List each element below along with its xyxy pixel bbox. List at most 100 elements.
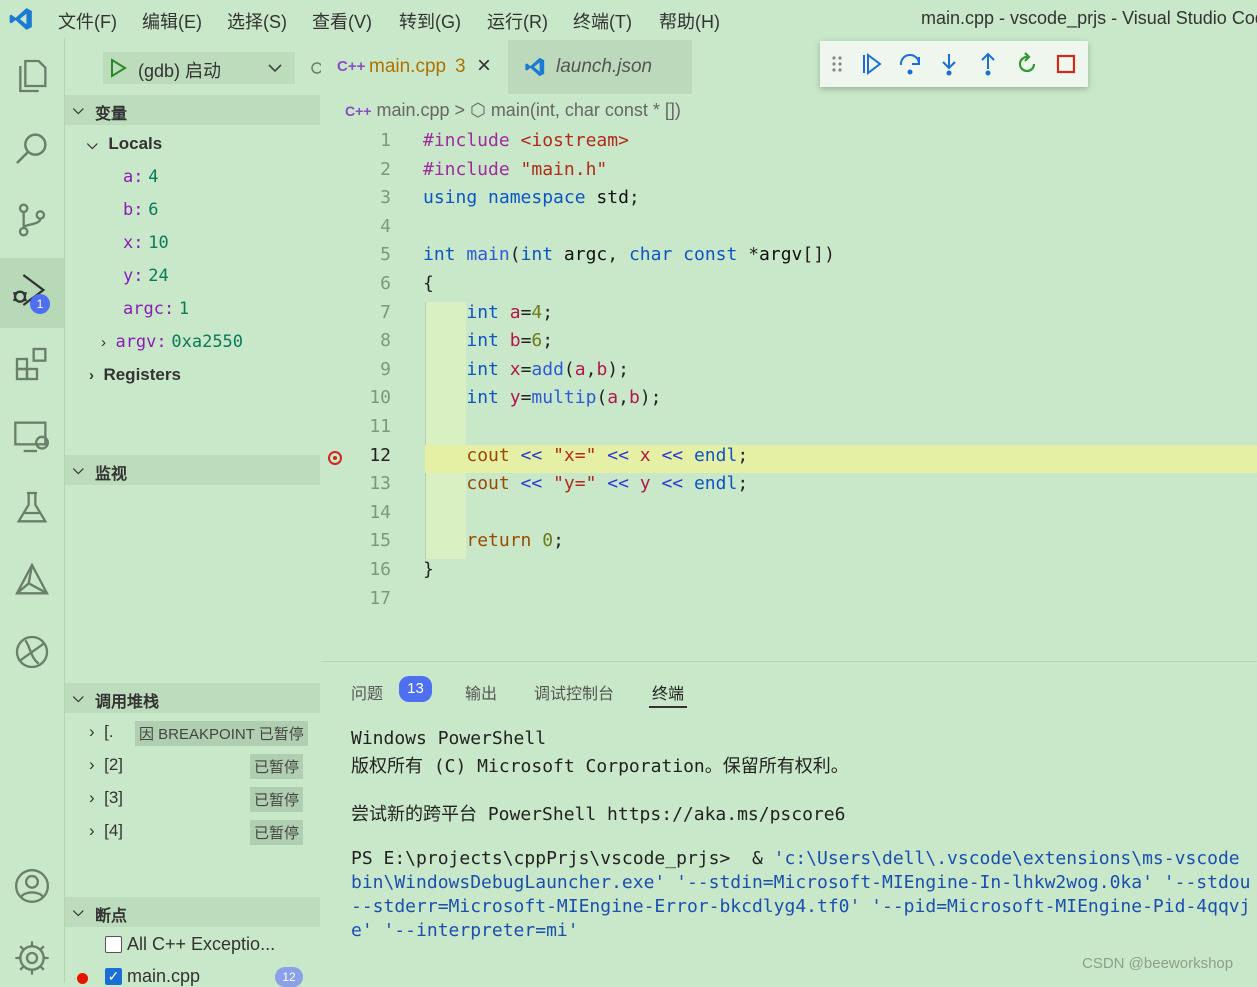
launch-config-select[interactable]: (gdb) 启动 <box>103 52 295 84</box>
locals-scope[interactable]: ⌵ Locals <box>87 134 162 154</box>
breadcrumb-symbol[interactable]: main(int, char const * []) <box>491 100 681 120</box>
variable-value: 1 <box>178 299 190 319</box>
step-into-icon[interactable] <box>936 51 962 77</box>
terminal-command: 'c:\Users\dell\.vscode\extensions\ms-vsc… <box>773 848 1240 869</box>
code-line[interactable]: 6{ <box>321 273 1257 301</box>
continue-icon[interactable] <box>858 51 884 77</box>
code-line[interactable]: 7 int a=4; <box>321 302 1257 330</box>
code-token: ; <box>553 530 564 552</box>
code-token: , <box>607 244 629 266</box>
code-line[interactable]: 5 int main(int argc, char const *argv[]) <box>321 244 1257 272</box>
menu-go[interactable]: 转到(G) <box>399 8 461 34</box>
tab-problems[interactable]: 问题 <box>351 680 383 704</box>
line-number: 5 <box>380 244 391 266</box>
breakpoint-current-icon[interactable] <box>328 450 342 465</box>
tab-close-icon[interactable]: × <box>477 52 491 80</box>
callstack-thread[interactable]: › [3] <box>89 788 123 808</box>
menu-run[interactable]: 运行(R) <box>487 8 548 34</box>
variable-row[interactable]: y: 24 <box>123 266 169 286</box>
restart-icon[interactable] <box>1014 51 1040 77</box>
code-line[interactable]: 14 <box>321 502 1257 530</box>
tab-problem-count: 3 <box>455 56 466 77</box>
callstack-thread[interactable]: › [4] <box>89 821 123 841</box>
menu-file[interactable]: 文件(F) <box>58 8 117 34</box>
stop-icon[interactable] <box>1053 51 1079 77</box>
code-token: = <box>520 387 532 409</box>
run-debug-icon[interactable]: 1 <box>0 258 64 328</box>
launch-gear-icon[interactable] <box>305 56 321 80</box>
tab-terminal[interactable]: 终端 <box>652 680 684 704</box>
code-text: int b=6; <box>423 330 553 351</box>
variable-row[interactable]: argc: 1 <box>123 299 189 319</box>
watch-section-header[interactable]: ⌵ 监视 <box>65 455 320 485</box>
code-token: y <box>509 387 521 409</box>
code-line[interactable]: 4 <box>321 216 1257 244</box>
debug-toolbar <box>820 41 1088 87</box>
breakpoints-section-header[interactable]: ⌵ 断点 <box>65 897 320 927</box>
variable-row[interactable]: a: 4 <box>123 167 158 187</box>
menu-edit[interactable]: 编辑(E) <box>142 8 202 34</box>
code-line[interactable]: 3 using namespace std; <box>321 187 1257 215</box>
cmake-icon[interactable] <box>8 556 56 604</box>
code-line[interactable]: 2 #include "main.h" <box>321 159 1257 187</box>
testing-icon[interactable] <box>8 484 56 532</box>
variable-row[interactable]: x: 10 <box>123 233 169 253</box>
problems-count-badge: 13 <box>399 676 432 702</box>
code-line[interactable]: 13 cout << "y=" << y << endl; <box>321 473 1257 501</box>
remote-explorer-icon[interactable] <box>8 412 56 460</box>
code-token: char const <box>628 244 749 266</box>
breakpoint-label: All C++ Exceptio... <box>127 934 276 954</box>
code-line[interactable]: 12 cout << "x=" << x << endl; <box>369 444 1257 473</box>
code-line[interactable]: 1 #include <iostream> <box>321 130 1257 158</box>
line-number: 16 <box>369 559 391 580</box>
code-token: << <box>661 444 694 466</box>
docker-icon[interactable] <box>8 628 56 676</box>
step-out-icon[interactable] <box>975 51 1001 77</box>
activity-bar: 1 <box>0 38 65 983</box>
extensions-icon[interactable] <box>8 340 56 388</box>
variable-row[interactable]: b: 6 <box>123 200 158 220</box>
code-token: <iostream> <box>520 130 629 151</box>
start-debugging-play-icon[interactable] <box>109 58 127 78</box>
variable-row-expandable[interactable]: › argv: 0xa2550 <box>101 332 243 352</box>
search-icon[interactable] <box>8 124 56 172</box>
line-number: 11 <box>369 416 391 437</box>
tab-debug-console[interactable]: 调试控制台 <box>534 680 614 704</box>
registers-scope[interactable]: › Registers <box>89 365 181 385</box>
breakpoint-checkbox-exceptions[interactable] <box>105 936 122 953</box>
callstack-thread[interactable]: › [. <box>89 722 114 742</box>
account-icon[interactable] <box>8 862 56 910</box>
callstack-thread[interactable]: › [2] <box>89 755 123 775</box>
paused-tag: 已暂停 <box>250 820 304 845</box>
breadcrumb-file[interactable]: main.cpp <box>376 100 449 120</box>
breakpoint-checkbox-main[interactable]: ✓ <box>105 968 122 985</box>
chevron-right-icon: › <box>89 821 95 840</box>
settings-gear-icon[interactable] <box>8 934 56 982</box>
tab-main-cpp[interactable]: C++ main.cpp 3 × <box>321 40 507 94</box>
menu-terminal[interactable]: 终端(T) <box>573 8 632 34</box>
code-line[interactable]: 8 int b=6; <box>321 330 1257 358</box>
code-token: endl <box>693 444 738 466</box>
code-token: #include <box>423 130 521 151</box>
active-tab-underline <box>649 706 687 708</box>
menu-selection[interactable]: 选择(S) <box>227 8 287 34</box>
code-line[interactable]: 11 <box>321 416 1257 444</box>
code-line[interactable]: 17 <box>321 588 1257 616</box>
code-line[interactable]: 10 int y=multip(a,b); <box>321 387 1257 415</box>
step-over-icon[interactable] <box>897 51 923 77</box>
menu-help[interactable]: 帮助(H) <box>659 8 720 34</box>
drag-handle-icon[interactable] <box>830 51 844 77</box>
menu-view[interactable]: 查看(V) <box>312 8 372 34</box>
explorer-icon[interactable] <box>8 52 56 100</box>
code-line[interactable]: 9 int x=add(a,b); <box>321 359 1257 387</box>
tab-launch-json[interactable]: launch.json <box>508 40 692 94</box>
source-control-icon[interactable] <box>8 196 56 244</box>
code-token: int <box>520 244 564 266</box>
code-line[interactable]: 15 return 0; <box>321 530 1257 558</box>
callstack-section-header[interactable]: ⌵ 调用堆栈 <box>65 683 320 713</box>
code-line[interactable]: 16} <box>321 559 1257 587</box>
variables-section-header[interactable]: ⌵ 变量 <box>65 95 320 125</box>
code-token: endl <box>693 473 738 495</box>
tab-output[interactable]: 输出 <box>465 680 497 704</box>
